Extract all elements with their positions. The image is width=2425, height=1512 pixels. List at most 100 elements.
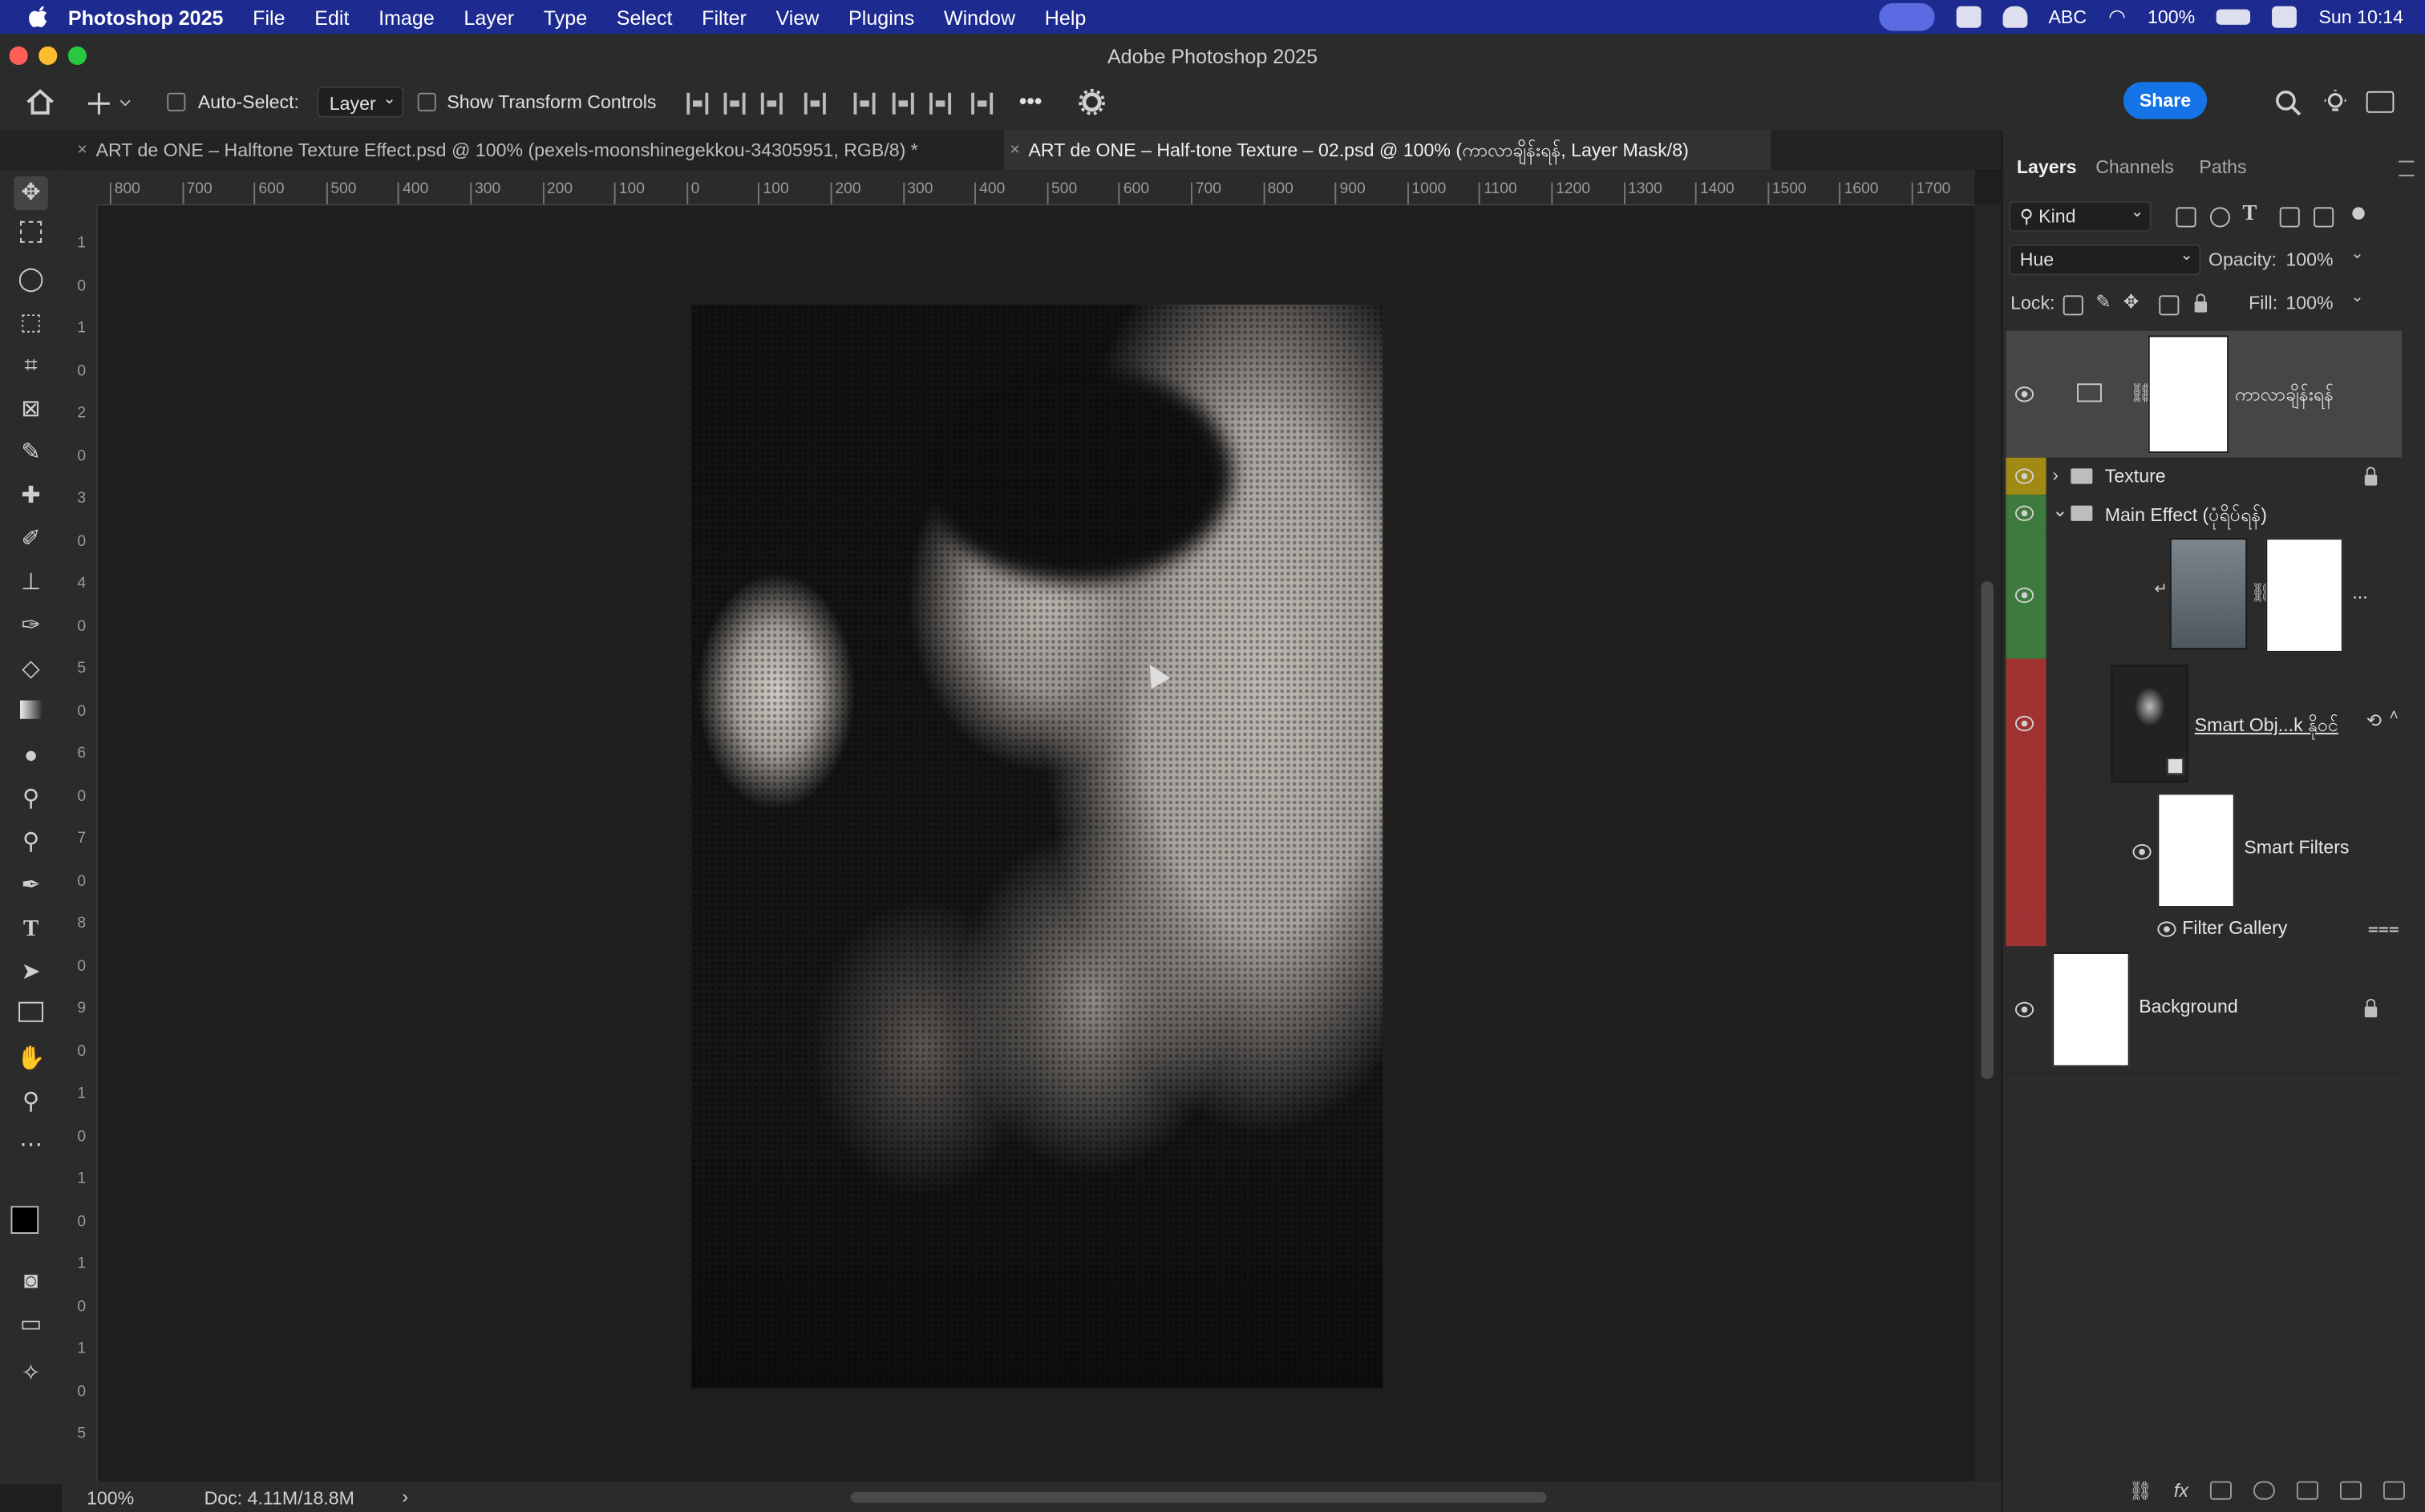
filter-shape-icon[interactable] [2279,207,2300,228]
vertical-scroll-thumb[interactable] [1981,581,1994,1080]
object-selection-tool-icon[interactable]: ⬚ [14,306,47,340]
filter-toggle-icon[interactable] [2352,207,2365,220]
opacity-value[interactable]: 100% [2285,249,2333,270]
history-brush-tool-icon[interactable]: ✑ [14,609,47,643]
menu-edit[interactable]: Edit [314,6,349,29]
layer-name[interactable]: Smart Obj...k နိုဝင် [2195,713,2338,741]
align-right-icon[interactable] [760,92,783,115]
link-layers-icon[interactable]: ⛓ [2129,1480,2152,1502]
clock[interactable]: Sun 10:14 [2318,6,2403,28]
menu-image[interactable]: Image [379,6,435,29]
foreground-color-swatch[interactable] [10,1206,39,1234]
zoom-level[interactable]: 100% [87,1487,134,1509]
layer-row-smart-object[interactable]: Smart Obj...k နိုဝင် ⟲ ˄ [2006,658,2403,790]
battery-icon[interactable] [2217,9,2251,25]
halftone-portrait-image[interactable] [691,304,1383,1389]
lock-transparent-icon[interactable] [2063,295,2083,316]
discover-lightbulb-icon[interactable] [2322,88,2350,116]
blur-tool-icon[interactable]: ● [14,739,47,773]
gradient-tool-icon[interactable] [14,696,47,730]
lock-artboard-icon[interactable] [2159,295,2180,316]
show-transform-checkbox[interactable] [417,92,436,111]
menu-type[interactable]: Type [544,6,587,29]
align-top-icon[interactable] [853,92,876,115]
fill-value[interactable]: 100% [2285,292,2333,313]
lasso-tool-icon[interactable]: ◯ [14,263,47,297]
layer-mask-thumbnail[interactable] [2148,335,2229,454]
panel-menu-icon[interactable] [2399,160,2415,176]
menu-filter[interactable]: Filter [702,6,747,29]
distribute-horizontal-icon[interactable] [804,92,826,115]
menu-window[interactable]: Window [944,6,1015,29]
chevron-down-icon[interactable]: ⌄ [2350,289,2363,306]
crop-tool-icon[interactable]: ⌗ [14,350,47,383]
menu-select[interactable]: Select [617,6,673,29]
layer-name[interactable]: Texture [2105,465,2166,487]
eyedropper-tool-icon[interactable]: ✎ [14,436,47,470]
share-button[interactable]: Share [2123,82,2208,119]
screen-share-icon[interactable] [1878,2,1934,31]
layer-name[interactable]: Main Effect (ပုံရိပ်ရန်) [2105,503,2267,531]
menu-view[interactable]: View [776,6,820,29]
visibility-eye-icon[interactable] [2012,586,2040,604]
menu-app-name[interactable]: Photoshop 2025 [68,6,224,29]
path-selection-tool-icon[interactable]: ➤ [14,956,47,989]
layer-row-smart-filters[interactable]: Smart Filters [2006,788,2403,917]
align-bottom-icon[interactable] [929,92,952,115]
auto-select-checkbox[interactable] [167,92,186,111]
move-tool-preset-icon[interactable] [87,90,133,118]
align-left-icon[interactable] [686,92,709,115]
generative-icon[interactable]: ✧ [14,1357,47,1391]
gradient-fill-thumbnail[interactable] [2169,538,2248,649]
filter-adjustment-icon[interactable] [2209,207,2230,228]
new-group-icon[interactable] [2296,1481,2318,1500]
move-tool-icon[interactable]: ✥ [14,176,48,211]
smart-filter-mask-thumbnail[interactable] [2157,793,2235,908]
layer-name[interactable]: ကာလာချိန်းရန် [2235,382,2334,410]
filter-smart-object-icon[interactable] [2314,207,2334,228]
document-canvas[interactable] [97,205,1975,1482]
layer-filter-kind-dropdown[interactable]: ⚲ Kind ⌄ [2009,200,2152,232]
sponge-tool-icon[interactable]: ⚲ [14,826,47,859]
apple-icon[interactable] [28,6,50,28]
visibility-eye-icon[interactable] [2130,843,2158,861]
vertical-scrollbar[interactable] [1974,204,2002,1482]
new-layer-icon[interactable] [2339,1481,2362,1500]
screen-mode-icon[interactable]: ▭ [14,1308,47,1342]
layer-name[interactable]: Smart Filters [2244,836,2349,858]
layer-name[interactable]: Background [2139,996,2238,1017]
layer-row-texture-group[interactable]: › Texture [2006,457,2403,497]
status-menu-arrow[interactable]: › [402,1486,408,1507]
visibility-eye-icon[interactable] [2012,1001,2040,1019]
menu-file[interactable]: File [253,6,285,29]
align-middle-icon[interactable] [892,92,914,115]
filter-options-icon[interactable]: ⩶ [2368,917,2400,940]
frame-tool-icon[interactable]: ⊠ [14,393,47,427]
gear-icon[interactable] [1078,88,1106,116]
chevron-down-icon[interactable]: ⌄ [2052,499,2067,521]
fx-icon[interactable]: fx [2174,1480,2188,1502]
lock-all-icon[interactable] [2194,293,2208,313]
chevron-right-icon[interactable]: › [2052,464,2059,486]
background-thumbnail[interactable] [2052,952,2130,1067]
control-center-icon[interactable] [2272,6,2297,28]
tab-channels[interactable]: Channels [2095,156,2174,178]
menu-layer[interactable]: Layer [464,6,514,29]
tab-halftone-texture-effect[interactable]: × ART de ONE – Halftone Texture Effect.p… [71,130,1018,170]
healing-brush-tool-icon[interactable]: ✚ [14,479,47,513]
layer-name[interactable]: Filter Gallery [2182,917,2287,939]
app-status-icon[interactable] [1955,6,1981,28]
smart-filter-icon[interactable]: ⟲ [2366,710,2382,731]
visibility-eye-icon[interactable] [2012,714,2040,733]
tab-half-tone-texture-02[interactable]: × ART de ONE – Half-tone Texture – 02.ps… [1003,129,1771,171]
visibility-eye-icon[interactable] [2154,920,2182,938]
adjustment-layer-icon[interactable] [2253,1481,2275,1500]
layer-row-filter-gallery[interactable]: Filter Gallery ⩶ [2006,915,2403,948]
eraser-tool-icon[interactable]: ◇ [14,653,47,686]
blend-mode-dropdown[interactable]: Hue ⌄ [2009,244,2201,276]
type-tool-icon[interactable]: T [14,912,47,946]
tab-layers[interactable]: Layers [2017,156,2077,178]
quick-mask-icon[interactable]: ◙ [14,1265,47,1299]
input-method[interactable]: ABC [2048,6,2087,28]
workspace-icon[interactable] [2366,91,2395,113]
